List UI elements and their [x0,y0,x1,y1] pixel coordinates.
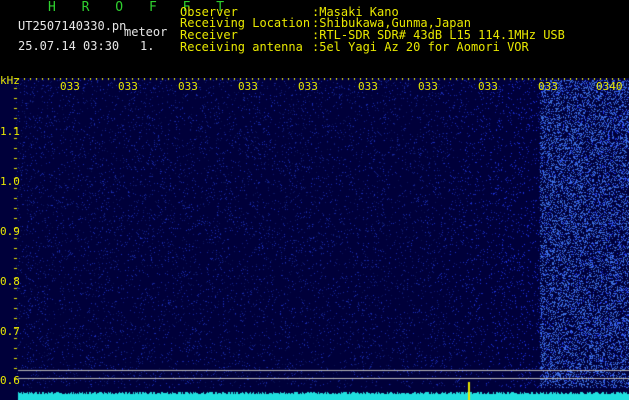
time-tick-label: 033 [478,80,498,93]
time-tick-label: 0340 [596,80,623,93]
freq-tick-label: 0.7 [0,325,20,338]
file-name: UT2507140330.pn [18,19,127,33]
time-tick-label: 033 [358,80,378,93]
time-tick-label: 033 [298,80,318,93]
time-tick-label: 033 [538,80,558,93]
count: 1. [140,39,155,53]
antenna-label: Receiving antenna [180,40,303,54]
spectrogram-canvas [0,78,629,400]
time-tick-label: 033 [178,80,198,93]
freq-tick-label: 1.1 [0,125,20,138]
freq-tick-label: 1.0 [0,175,20,188]
time-tick-label: 033 [118,80,138,93]
time-tick-label: 033 [238,80,258,93]
freq-tick-label: 0.8 [0,275,20,288]
time-tick-label: 033 [60,80,80,93]
mode-label: meteor [124,25,168,39]
freq-tick-label: 0.9 [0,225,20,238]
freq-tick-label: 0.6 [0,374,20,387]
datetime: 25.07.14 03:30 [18,39,120,53]
y-unit-label: kHz [0,74,20,87]
hrofft-screen: { "header": { "app_name": "H R O F F T",… [0,0,629,400]
antenna-value: :5el Yagi Az 20 for Aomori VOR [312,40,529,54]
time-tick-label: 033 [418,80,438,93]
